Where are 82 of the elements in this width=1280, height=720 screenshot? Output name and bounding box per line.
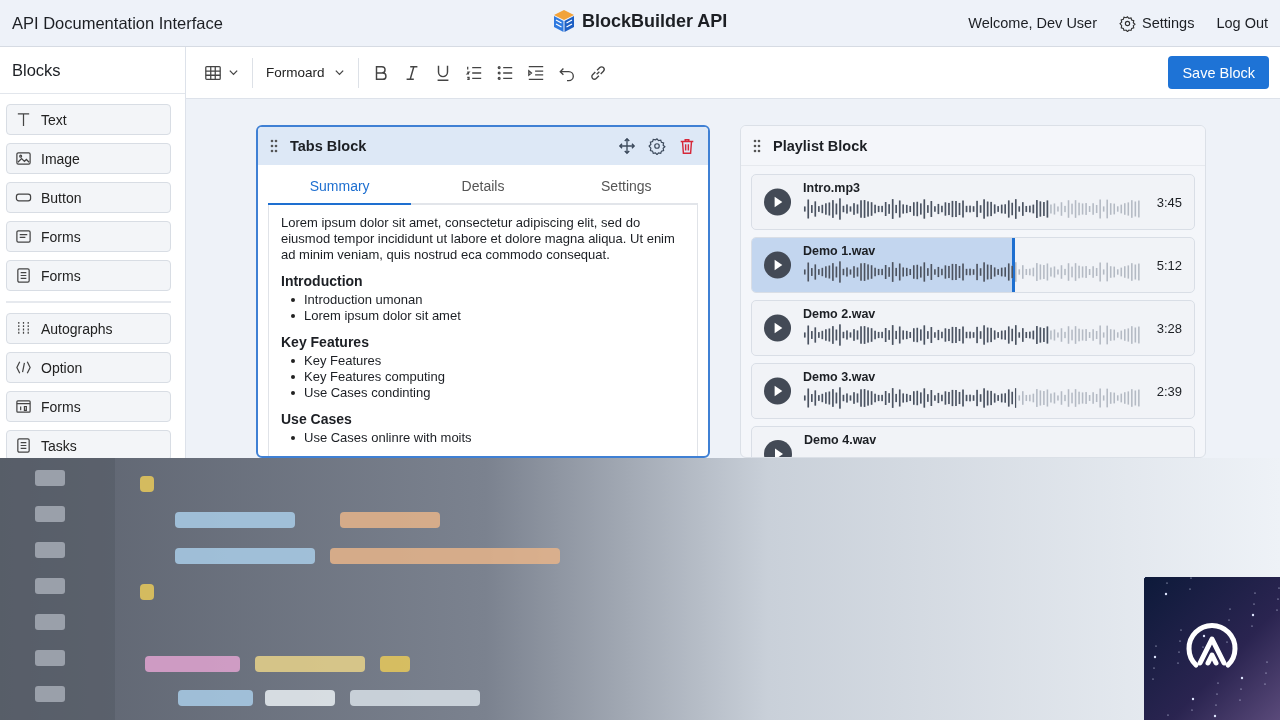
list-item: Key Features xyxy=(304,353,382,369)
save-block-button[interactable]: Save Block xyxy=(1168,56,1269,89)
bullet-icon xyxy=(291,359,295,363)
drag-handle-icon[interactable] xyxy=(753,138,761,153)
track-name: Demo 4.wav xyxy=(804,433,878,447)
play-button-icon[interactable] xyxy=(764,314,792,342)
section-heading: Use Cases xyxy=(281,411,353,427)
logout-link[interactable]: Log Out xyxy=(1216,15,1268,31)
track-row[interactable]: Intro.mp3 3:45 xyxy=(751,174,1195,230)
play-button-icon[interactable] xyxy=(764,377,792,405)
bullet-icon xyxy=(291,298,295,302)
sliders-icon xyxy=(15,320,32,337)
settings-link[interactable]: Settings xyxy=(1119,14,1195,32)
delete-icon[interactable] xyxy=(678,137,696,155)
link-icon[interactable] xyxy=(588,63,607,82)
track-name: Intro.mp3 xyxy=(803,181,861,195)
block-title: Tabs Block xyxy=(290,138,367,154)
play-button-icon[interactable] xyxy=(764,251,792,279)
form-icon xyxy=(15,228,32,245)
sidebar-item[interactable]: Forms xyxy=(6,260,171,291)
document-icon xyxy=(15,437,32,454)
block-title: Playlist Block xyxy=(773,137,868,154)
sidebar-item[interactable]: Option xyxy=(6,352,171,383)
list-item: Key Features computing xyxy=(304,369,445,385)
indent-icon[interactable] xyxy=(526,63,545,82)
sidebar-item[interactable]: Button xyxy=(6,182,171,213)
document-icon xyxy=(15,267,32,284)
sidebar-item[interactable]: Text xyxy=(6,104,171,135)
waveform[interactable] xyxy=(803,260,1142,284)
track-duration: 5:12 xyxy=(1155,257,1182,273)
sidebar-item[interactable]: Autographs xyxy=(6,313,171,344)
track-row[interactable]: Demo 4.wav xyxy=(751,426,1195,457)
track-duration: 3:45 xyxy=(1155,194,1182,210)
section-heading: Key Features xyxy=(281,334,370,350)
bullet-icon xyxy=(291,436,295,440)
code-icon xyxy=(15,359,32,376)
track-duration: 2:39 xyxy=(1155,383,1182,399)
tab[interactable]: Summary xyxy=(268,169,412,205)
format-dropdown[interactable]: Formoard xyxy=(266,65,345,80)
list-item: Use Cases onlinre with moits xyxy=(304,430,472,446)
list-item: Introduction umonan xyxy=(304,292,423,308)
calendar-icon xyxy=(15,398,32,415)
play-button-icon[interactable] xyxy=(764,188,792,216)
sidebar-item[interactable]: Image xyxy=(6,143,171,174)
sidebar-title: Blocks xyxy=(0,47,185,94)
text-icon xyxy=(15,111,32,128)
cube-logo-icon xyxy=(552,9,576,33)
bullet-icon xyxy=(291,375,295,379)
waveform[interactable] xyxy=(803,323,1142,347)
table-icon xyxy=(204,63,222,82)
paragraph: Lorem ipsum dolor sit amet, consectetur adipiscing elit, sed do eiusmod tempor incididunt ut labore et dolore magna aliqua. Ut enim ad minim veniam, quis nostrud eca commodo consequat. xyxy=(281,215,676,263)
tab[interactable]: Settings xyxy=(554,169,698,205)
sidebar-item[interactable]: Tasks xyxy=(6,430,171,458)
section-heading: Introduction xyxy=(281,273,364,289)
list-item: Lorem ipsum dolor sit amet xyxy=(304,308,461,324)
track-row[interactable]: Demo 3.wav 2:39 xyxy=(751,363,1195,419)
settings-icon[interactable] xyxy=(648,137,666,155)
track-name: Demo 1.wav xyxy=(803,244,877,258)
track-row[interactable]: Demo 1.wav 5:12 xyxy=(751,237,1195,293)
drag-handle-icon[interactable] xyxy=(270,139,278,153)
welcome-text: Welcome, Dev User xyxy=(968,15,1097,31)
app-title: API Documentation Interface xyxy=(12,13,223,33)
image-icon xyxy=(15,150,32,167)
track-name: Demo 3.wav xyxy=(803,370,877,384)
move-icon[interactable] xyxy=(618,137,636,155)
sidebar-item[interactable]: Forms xyxy=(6,391,171,422)
bullet-icon xyxy=(291,391,295,395)
bullet-icon xyxy=(291,314,295,318)
table-dropdown[interactable] xyxy=(204,63,239,82)
tab[interactable]: Details xyxy=(411,169,555,205)
waveform[interactable] xyxy=(803,386,1142,410)
waveform[interactable] xyxy=(803,197,1142,221)
sidebar-item[interactable]: Forms xyxy=(6,221,171,252)
caret-icon xyxy=(228,67,239,78)
list-item: Use Cases condinting xyxy=(304,385,431,401)
track-name: Demo 2.wav xyxy=(803,307,877,321)
gear-icon xyxy=(1119,14,1136,32)
bullet-list-icon[interactable] xyxy=(495,63,514,82)
caret-icon xyxy=(333,67,345,78)
track-duration: 3:28 xyxy=(1155,320,1182,336)
brand-name: BlockBuilder API xyxy=(582,10,728,32)
track-row[interactable]: Demo 2.wav 3:28 xyxy=(751,300,1195,356)
